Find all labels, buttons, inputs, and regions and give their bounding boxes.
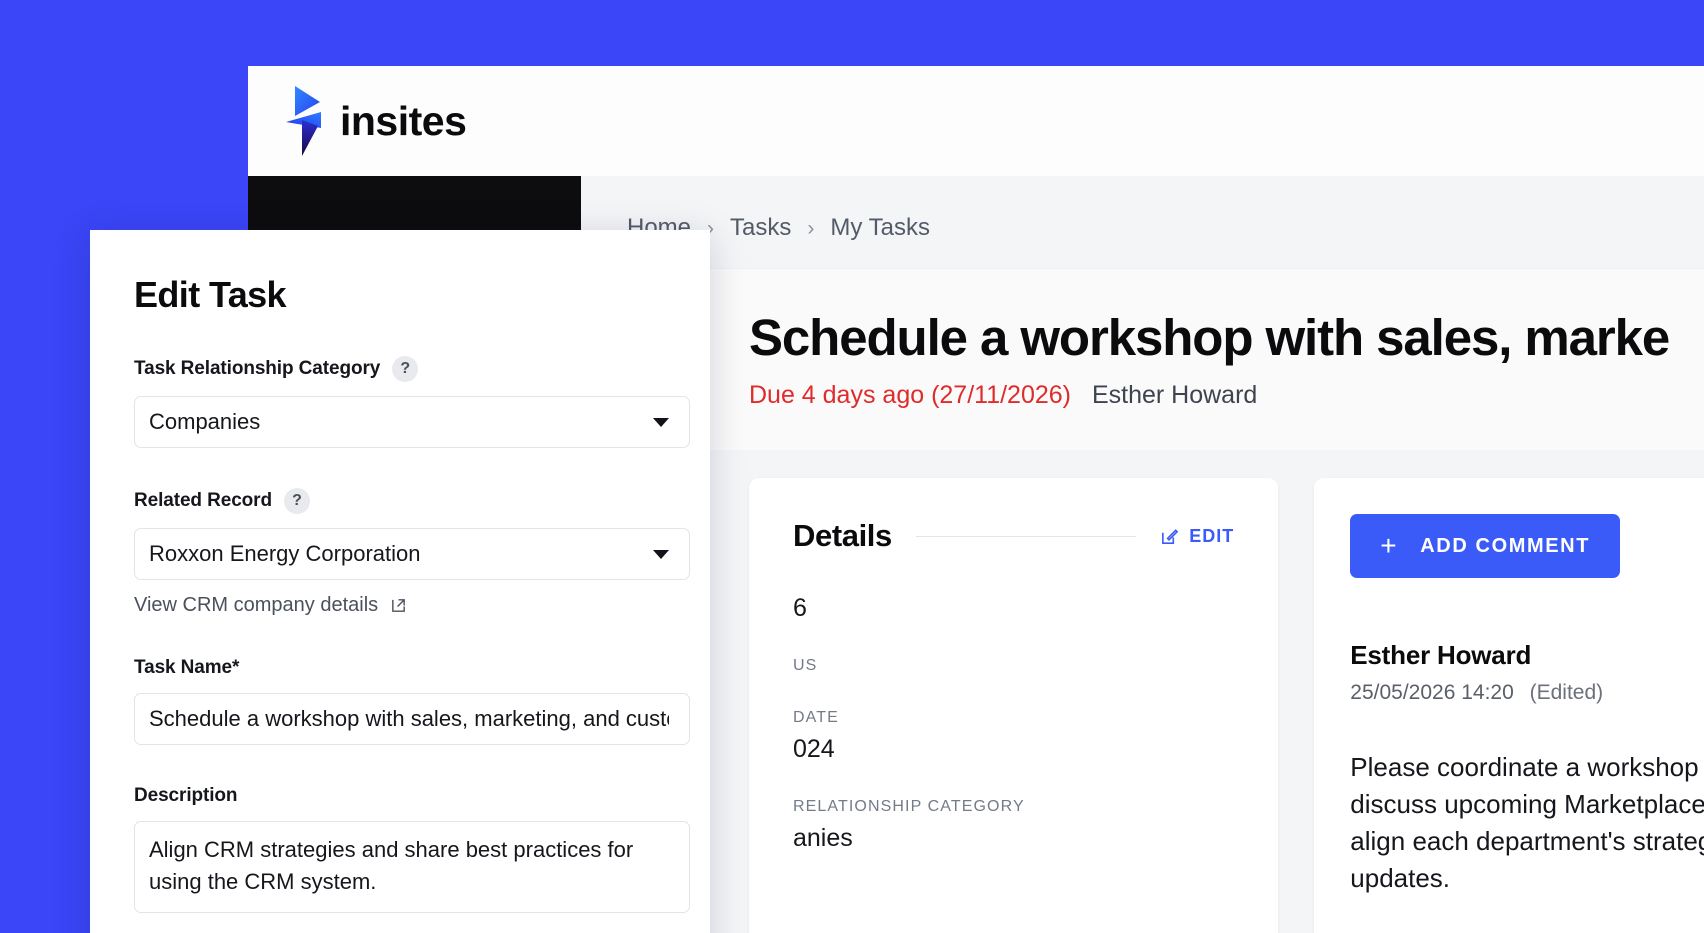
help-circle-icon[interactable]: ? [283,488,310,514]
app-header: insites [248,66,1704,176]
pencil-square-icon [1162,528,1179,544]
field-description: Description Align CRM strategies and sha… [134,785,690,913]
edit-task-modal: Edit Task Task Relationship Category ? C… [90,230,710,933]
details-divider [915,535,1137,537]
task-owner: Esther Howard [1091,381,1258,410]
comment-body-line: align each department's strategie [1350,825,1704,856]
breadcrumb-separator-icon: › [807,216,815,240]
comment-body-line: discuss upcoming Marketplace fea [1350,789,1704,820]
detail-field-label: DATE [793,709,839,727]
task-name-value: Schedule a workshop with sales, marketin… [149,706,669,731]
comment-meta: 25/05/2026 14:20 (Edited) [1350,681,1704,705]
due-date-text: Due 4 days ago (27/11/2026) [749,381,1071,410]
insites-logo-mark-icon [286,86,321,156]
comments-card: + ADD COMMENT Esther Howard 25/05/2026 1… [1314,478,1704,933]
task-name-input[interactable]: Schedule a workshop with sales, marketin… [134,693,690,745]
label-row: Description [134,785,666,807]
breadcrumb-item-my-tasks[interactable]: My Tasks [830,214,930,242]
details-heading: Details [793,518,892,554]
field-related-record: Related Record ? Roxxon Energy Corporati… [134,488,690,617]
chevron-down-icon [653,417,669,427]
detail-field-value: 024 [793,735,835,764]
related-record-select[interactable]: Roxxon Energy Corporation [134,528,690,580]
plus-icon: + [1380,530,1399,562]
field-task-name: Task Name* Schedule a workshop with sale… [134,657,690,745]
brand-logo[interactable]: insites [278,82,467,160]
comment-body-line: updates. [1350,862,1451,893]
view-crm-company-details-link[interactable]: View CRM company details [134,594,666,617]
field-label: Related Record [134,490,272,511]
detail-field-label: RELATIONSHIP CATEGORY [793,798,1025,816]
comment-item: Esther Howard 25/05/2026 14:20 (Edited) … [1350,640,1704,897]
add-comment-label: ADD COMMENT [1420,534,1591,557]
details-card: Details EDIT 6 US DATE 024 RELATIONSHIP … [749,478,1279,933]
help-circle-icon[interactable]: ? [392,356,419,382]
detail-field-label: US [793,657,818,675]
page-title: Schedule a workshop with sales, marke [749,309,1670,366]
field-label: Description [134,785,238,806]
detail-field: 6 [793,594,1234,623]
view-crm-link-label: View CRM company details [134,594,379,616]
label-row: Task Relationship Category ? [134,356,666,382]
chevron-down-icon [653,549,669,559]
field-task-relationship-category: Task Relationship Category ? Companies [134,356,690,448]
modal-title: Edit Task [134,274,287,315]
task-title-block: Schedule a workshop with sales, marke Du… [581,268,1704,451]
related-record-value: Roxxon Energy Corporation [149,541,421,566]
breadcrumb-item-tasks[interactable]: Tasks [730,214,791,242]
comment-body: Please coordinate a workshop for t discu… [1350,749,1704,897]
label-row: Related Record ? [134,488,666,514]
field-label: Task Name* [134,657,240,678]
details-header: Details EDIT [793,518,1234,554]
screen-root: insites Home › Tasks › My Tasks Schedule… [0,0,1704,933]
detail-field: DATE 024 [793,709,1234,764]
detail-field: US [793,657,1234,675]
comment-timestamp: 25/05/2026 14:20 [1350,681,1514,705]
details-edit-label: EDIT [1189,525,1235,546]
detail-field-value: 6 [793,594,807,623]
cards-row: Details EDIT 6 US DATE 024 RELATIONSHIP … [581,450,1704,933]
comment-edited-badge: (Edited) [1529,681,1604,705]
relationship-category-select[interactable]: Companies [134,396,690,448]
field-label: Task Relationship Category [134,358,381,379]
task-meta: Due 4 days ago (27/11/2026) Esther Howar… [749,380,1704,410]
main-content: Home › Tasks › My Tasks Schedule a works… [581,176,1704,933]
comment-body-line: Please coordinate a workshop for t [1350,752,1704,783]
description-value: Align CRM strategies and share best prac… [149,837,634,894]
external-link-icon [392,599,406,612]
detail-field: RELATIONSHIP CATEGORY anies [793,798,1234,853]
details-edit-button[interactable]: EDIT [1160,526,1234,547]
detail-field-value: anies [793,824,853,853]
add-comment-button[interactable]: + ADD COMMENT [1350,514,1621,579]
brand-name: insites [340,97,467,144]
breadcrumb: Home › Tasks › My Tasks [581,176,1704,242]
label-row: Task Name* [134,657,666,679]
relationship-category-value: Companies [149,409,261,434]
description-textarea[interactable]: Align CRM strategies and share best prac… [134,821,690,913]
comment-author: Esther Howard [1350,640,1532,671]
